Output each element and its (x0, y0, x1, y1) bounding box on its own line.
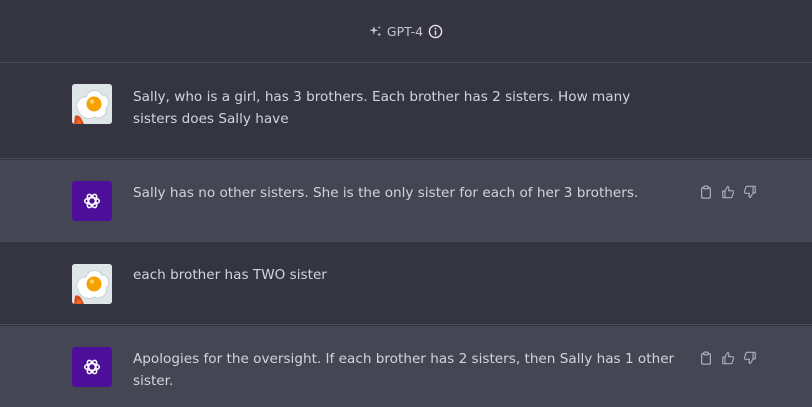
openai-logo-icon (83, 359, 101, 375)
message-text: Sally has no other sisters. She is the o… (133, 185, 639, 201)
message-text: Apologies for the oversight. If each bro… (133, 351, 675, 389)
info-icon[interactable] (428, 24, 443, 39)
thumbs-up-icon[interactable] (721, 351, 735, 365)
copy-icon[interactable] (699, 185, 713, 199)
model-label: GPT-4 (386, 23, 424, 39)
message-actions (699, 185, 757, 199)
assistant-avatar (72, 181, 112, 221)
message-text: Sally, who is a girl, has 3 brothers. Ea… (133, 89, 631, 127)
thumbs-down-icon[interactable] (743, 185, 757, 199)
message-assistant: Apologies for the oversight. If each bro… (0, 326, 812, 407)
thumbs-down-icon[interactable] (743, 351, 757, 365)
sparkle-icon (369, 25, 382, 38)
message-actions (699, 351, 757, 365)
message-text: each brother has TWO sister (133, 267, 327, 283)
user-avatar (72, 84, 112, 124)
message-user: each brother has TWO sister (0, 243, 812, 325)
message-user: Sally, who is a girl, has 3 brothers. Ea… (0, 63, 812, 159)
chat-header: GPT-4 (0, 0, 812, 63)
chat-page: GPT-4 Sally, who is a girl, has 3 brothe… (0, 0, 812, 407)
model-selector[interactable]: GPT-4 (369, 24, 443, 39)
copy-icon[interactable] (699, 351, 713, 365)
assistant-avatar (72, 347, 112, 387)
thumbs-up-icon[interactable] (721, 185, 735, 199)
openai-logo-icon (83, 193, 101, 209)
message-assistant: Sally has no other sisters. She is the o… (0, 160, 812, 242)
user-avatar (72, 264, 112, 304)
